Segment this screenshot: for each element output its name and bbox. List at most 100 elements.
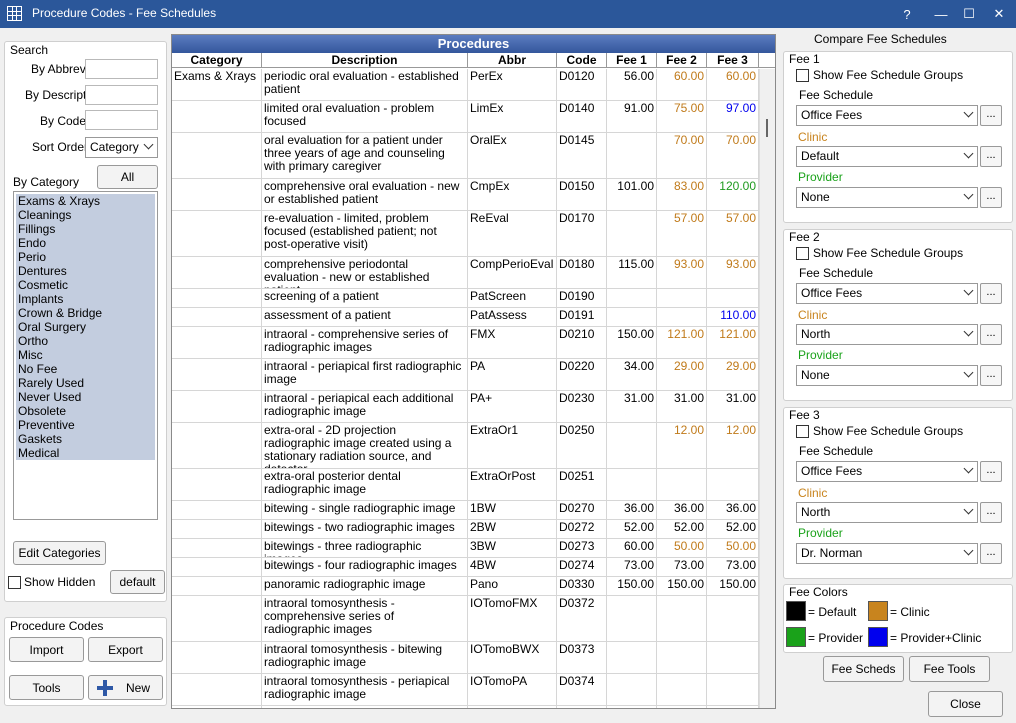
category-item[interactable]: Obsolete	[16, 404, 155, 418]
cell-f3: 97.00	[707, 101, 759, 132]
category-item[interactable]: Rarely Used	[16, 376, 155, 390]
fee-3-provider-select[interactable]: Dr. Norman	[796, 543, 978, 564]
close-window-button[interactable]: ✕	[984, 0, 1014, 28]
fee-tools-button[interactable]: Fee Tools	[909, 656, 990, 682]
cell-f1	[607, 133, 657, 178]
table-row[interactable]: panoramic radiographic image Pano D0330 150…	[172, 577, 760, 596]
category-list[interactable]: Exams & Xrays Cleanings Fillings Endo Perio D…	[13, 191, 158, 520]
scrollbar-thumb[interactable]	[766, 119, 768, 137]
fee-3-clinic-select[interactable]: North	[796, 502, 978, 523]
table-row[interactable]: intraoral tomosynthesisIOTomoFMXCD0387	[172, 706, 760, 708]
sort-order-select[interactable]: Category	[85, 137, 158, 158]
category-item[interactable]: Crown & Bridge	[16, 306, 155, 320]
category-item[interactable]: No Fee	[16, 362, 155, 376]
fee-1-show-groups-checkbox[interactable]	[796, 69, 809, 82]
by-abbrev-input[interactable]	[85, 59, 158, 79]
category-item[interactable]: Never Used	[16, 390, 155, 404]
new-button[interactable]: New	[88, 675, 163, 700]
category-item[interactable]: Endo	[16, 236, 155, 250]
fee-1-show-groups-label: Show Fee Schedule Groups	[813, 68, 964, 82]
minimize-button[interactable]: —	[926, 0, 956, 28]
fee-1-provider-browse-button[interactable]: ...	[980, 187, 1002, 208]
column-header[interactable]: Fee 3	[707, 53, 759, 67]
cell-f1: 91.00	[607, 101, 657, 132]
fee-3-schedule-browse-button[interactable]: ...	[980, 461, 1002, 482]
table-row[interactable]: intraoral - periapical first radiographi…	[172, 359, 760, 391]
column-header[interactable]: Category	[172, 53, 262, 67]
fee-3-clinic-browse-button[interactable]: ...	[980, 502, 1002, 523]
table-row[interactable]: bitewing - single radiographic image 1BW D…	[172, 501, 760, 520]
table-row[interactable]: extra-oral - 2D projection radiographic …	[172, 423, 760, 469]
category-item[interactable]: Misc	[16, 348, 155, 362]
fee-1-clinic-browse-button[interactable]: ...	[980, 146, 1002, 167]
table-row[interactable]: assessment of a patient PatAssess D0191 110…	[172, 308, 760, 327]
export-button[interactable]: Export	[88, 637, 163, 662]
table-row[interactable]: bitewings - two radiographic images 2BW D0…	[172, 520, 760, 539]
fee-3-schedule-select[interactable]: Office Fees	[796, 461, 978, 482]
fee-2-provider-browse-button[interactable]: ...	[980, 365, 1002, 386]
column-header[interactable]: Code	[557, 53, 607, 67]
fee-3-provider-browse-button[interactable]: ...	[980, 543, 1002, 564]
close-button[interactable]: Close	[928, 691, 1003, 717]
fee-2-provider-select[interactable]: None	[796, 365, 978, 386]
table-row[interactable]: extra-oral posterior dental radiographic…	[172, 469, 760, 501]
maximize-button[interactable]: ☐	[954, 0, 984, 28]
category-item[interactable]: Ortho	[16, 334, 155, 348]
fee-2-clinic-select[interactable]: North	[796, 324, 978, 345]
fee-1-schedule-select[interactable]: Office Fees	[796, 105, 978, 126]
column-header[interactable]: Abbr	[468, 53, 557, 67]
category-item[interactable]: Cosmetic	[16, 278, 155, 292]
by-code-input[interactable]	[85, 110, 158, 130]
table-row[interactable]: limited oral evaluation - problem focuse…	[172, 101, 760, 133]
all-categories-button[interactable]: All	[97, 165, 158, 189]
category-item[interactable]: Exams & Xrays	[16, 194, 155, 208]
fee-2-schedule-browse-button[interactable]: ...	[980, 283, 1002, 304]
cell-f1	[607, 211, 657, 256]
table-row[interactable]: comprehensive periodontal evaluation - n…	[172, 257, 760, 289]
category-item[interactable]: Cleanings	[16, 208, 155, 222]
category-item[interactable]: Medical	[16, 446, 155, 460]
category-item[interactable]: Gaskets	[16, 432, 155, 446]
tools-button[interactable]: Tools	[9, 675, 84, 700]
fee-1-provider-select[interactable]: None	[796, 187, 978, 208]
fee-2-schedule-select[interactable]: Office Fees	[796, 283, 978, 304]
table-row[interactable]: bitewings - four radiographic images 4BW D…	[172, 558, 760, 577]
table-row[interactable]: bitewings - three radiographic images3BW…	[172, 539, 760, 558]
category-item[interactable]: Preventive	[16, 418, 155, 432]
fee-2-show-groups-checkbox[interactable]	[796, 247, 809, 260]
grid-body[interactable]: Exams & Xrays periodic oral evaluation - …	[172, 69, 760, 708]
table-row[interactable]: oral evaluation for a patient under thre…	[172, 133, 760, 179]
category-item[interactable]: Oral Surgery	[16, 320, 155, 334]
table-row[interactable]: re-evaluation - limited, problem focused…	[172, 211, 760, 257]
category-item[interactable]: Implants	[16, 292, 155, 306]
cell-cat	[172, 101, 262, 132]
fee-1-schedule-browse-button[interactable]: ...	[980, 105, 1002, 126]
vertical-scrollbar[interactable]	[759, 69, 775, 708]
cell-f1	[607, 674, 657, 705]
import-button[interactable]: Import	[9, 637, 84, 662]
column-header[interactable]: Fee 1	[607, 53, 657, 67]
help-button[interactable]: ?	[892, 0, 922, 28]
category-item[interactable]: Fillings	[16, 222, 155, 236]
table-row[interactable]: intraoral tomosynthesis - comprehensive …	[172, 596, 760, 642]
table-row[interactable]: Exams & Xrays periodic oral evaluation - …	[172, 69, 760, 101]
table-row[interactable]: intraoral tomosynthesis - periapical rad…	[172, 674, 760, 706]
table-row[interactable]: intraoral tomosynthesis - bitewing radio…	[172, 642, 760, 674]
column-header[interactable]: Fee 2	[657, 53, 707, 67]
default-button[interactable]: default	[110, 570, 165, 594]
table-row[interactable]: intraoral - comprehensive series of radi…	[172, 327, 760, 359]
table-row[interactable]: screening of a patient PatScreen D0190	[172, 289, 760, 308]
category-item[interactable]: Dentures	[16, 264, 155, 278]
cell-desc: intraoral tomosynthesis	[262, 706, 468, 708]
category-item[interactable]: Perio	[16, 250, 155, 264]
table-row[interactable]: comprehensive oral evaluation - new or e…	[172, 179, 760, 211]
fee-1-clinic-select[interactable]: Default	[796, 146, 978, 167]
fee-3-show-groups-checkbox[interactable]	[796, 425, 809, 438]
fee-scheds-button[interactable]: Fee Scheds	[823, 656, 904, 682]
show-hidden-checkbox[interactable]	[8, 576, 21, 589]
column-header[interactable]: Description	[262, 53, 468, 67]
fee-2-clinic-browse-button[interactable]: ...	[980, 324, 1002, 345]
table-row[interactable]: intraoral - periapical each additional r…	[172, 391, 760, 423]
by-descript-input[interactable]	[85, 85, 158, 105]
edit-categories-button[interactable]: Edit Categories	[13, 541, 106, 565]
